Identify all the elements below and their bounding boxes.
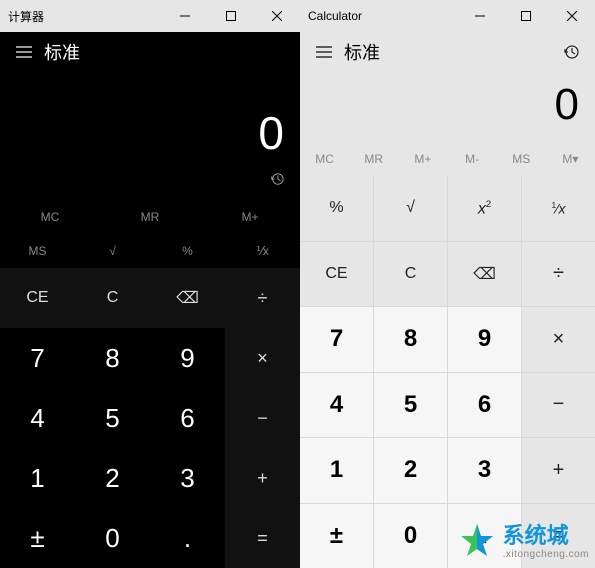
key-6[interactable]: 6: [448, 373, 521, 438]
window-controls: [457, 0, 595, 32]
key-3[interactable]: 3: [448, 438, 521, 503]
key-divide[interactable]: ÷: [225, 268, 300, 328]
key-subtract[interactable]: −: [522, 373, 595, 438]
memory-row-1: MC MR M+: [0, 200, 300, 234]
key-5[interactable]: 5: [75, 388, 150, 448]
key-add[interactable]: +: [225, 448, 300, 508]
history-icon[interactable]: [270, 172, 284, 200]
key-7[interactable]: 7: [300, 307, 373, 372]
key-7[interactable]: 7: [0, 328, 75, 388]
result-display: 0: [0, 72, 300, 172]
key-divide[interactable]: ÷: [522, 242, 595, 307]
key-3[interactable]: 3: [150, 448, 225, 508]
key-0[interactable]: 0: [75, 508, 150, 568]
close-button[interactable]: [254, 0, 300, 32]
maximize-button[interactable]: [208, 0, 254, 32]
key-ce[interactable]: CE: [0, 268, 75, 328]
key-square-label: x2: [478, 199, 491, 218]
mem-mr[interactable]: MR: [349, 142, 398, 176]
window-title: Calculator: [300, 9, 457, 23]
close-button[interactable]: [549, 0, 595, 32]
key-backspace[interactable]: ⌫: [448, 242, 521, 307]
result-display: 0: [300, 72, 595, 142]
mode-bar: 标准: [300, 32, 595, 72]
mem-mplus[interactable]: M+: [200, 200, 300, 234]
key-plusminus[interactable]: ±: [300, 504, 373, 568]
memory-row-2: MS √ % ⅟x: [0, 234, 300, 268]
key-add[interactable]: +: [522, 438, 595, 503]
key-ce[interactable]: CE: [300, 242, 373, 307]
keypad: CE C ⌫ ÷ 7 8 9 × 4 5 6 − 1 2 3 + ± 0 . =: [0, 268, 300, 568]
calculator-window-dark: 计算器 标准 0 MC MR M+ MS √ % ⅟x CE C ⌫ ÷ 7 8…: [0, 0, 300, 568]
mem-mplus[interactable]: M+: [398, 142, 447, 176]
mem-ms[interactable]: MS: [0, 234, 75, 268]
mode-label: 标准: [344, 39, 555, 65]
key-2[interactable]: 2: [374, 438, 447, 503]
key-6[interactable]: 6: [150, 388, 225, 448]
mem-mr[interactable]: MR: [100, 200, 200, 234]
minimize-button[interactable]: [457, 0, 503, 32]
watermark-logo-icon: [457, 522, 497, 562]
menu-icon[interactable]: [308, 36, 340, 68]
key-9[interactable]: 9: [150, 328, 225, 388]
window-title: 计算器: [0, 8, 162, 25]
mem-mc[interactable]: MC: [0, 200, 100, 234]
key-multiply[interactable]: ×: [522, 307, 595, 372]
key-8[interactable]: 8: [374, 307, 447, 372]
key-equals[interactable]: =: [225, 508, 300, 568]
key-5[interactable]: 5: [374, 373, 447, 438]
key-1[interactable]: 1: [0, 448, 75, 508]
window-controls: [162, 0, 300, 32]
watermark-name: 系统城: [503, 524, 589, 548]
key-c[interactable]: C: [374, 242, 447, 307]
key-multiply[interactable]: ×: [225, 328, 300, 388]
key-decimal[interactable]: .: [150, 508, 225, 568]
mem-mc[interactable]: MC: [300, 142, 349, 176]
key-percent[interactable]: %: [300, 176, 373, 241]
key-inverse-label: 1⁄x: [551, 200, 565, 217]
watermark-text: 系统城 .xitongcheng.com: [503, 524, 589, 559]
title-bar: 计算器: [0, 0, 300, 32]
keypad: % √ x2 1⁄x CE C ⌫ ÷ 7 8 9 × 4 5 6 − 1 2 …: [300, 176, 595, 568]
key-8[interactable]: 8: [75, 328, 150, 388]
history-button-row: [0, 172, 300, 200]
key-subtract[interactable]: −: [225, 388, 300, 448]
key-2[interactable]: 2: [75, 448, 150, 508]
key-backspace[interactable]: ⌫: [150, 268, 225, 328]
memory-row: MC MR M+ M- MS M▾: [300, 142, 595, 176]
key-c[interactable]: C: [75, 268, 150, 328]
watermark-url: .xitongcheng.com: [503, 549, 589, 560]
title-bar: Calculator: [300, 0, 595, 32]
history-icon[interactable]: [555, 36, 587, 68]
mem-mminus[interactable]: M-: [448, 142, 497, 176]
key-0[interactable]: 0: [374, 504, 447, 568]
fn-inverse[interactable]: ⅟x: [225, 234, 300, 268]
key-plusminus[interactable]: ±: [0, 508, 75, 568]
key-4[interactable]: 4: [300, 373, 373, 438]
key-9[interactable]: 9: [448, 307, 521, 372]
key-sqrt[interactable]: √: [374, 176, 447, 241]
mode-bar: 标准: [0, 32, 300, 72]
fn-sqrt[interactable]: √: [75, 234, 150, 268]
mem-ms[interactable]: MS: [497, 142, 546, 176]
maximize-button[interactable]: [503, 0, 549, 32]
mode-label: 标准: [44, 39, 292, 65]
fn-percent[interactable]: %: [150, 234, 225, 268]
watermark: 系统城 .xitongcheng.com: [457, 522, 589, 562]
key-square[interactable]: x2: [448, 176, 521, 241]
minimize-button[interactable]: [162, 0, 208, 32]
mem-mlist[interactable]: M▾: [546, 142, 595, 176]
key-inverse[interactable]: 1⁄x: [522, 176, 595, 241]
menu-icon[interactable]: [8, 36, 40, 68]
key-4[interactable]: 4: [0, 388, 75, 448]
key-1[interactable]: 1: [300, 438, 373, 503]
calculator-window-light: Calculator 标准 0 MC MR M+ M- MS M▾ % √ x2…: [300, 0, 595, 568]
